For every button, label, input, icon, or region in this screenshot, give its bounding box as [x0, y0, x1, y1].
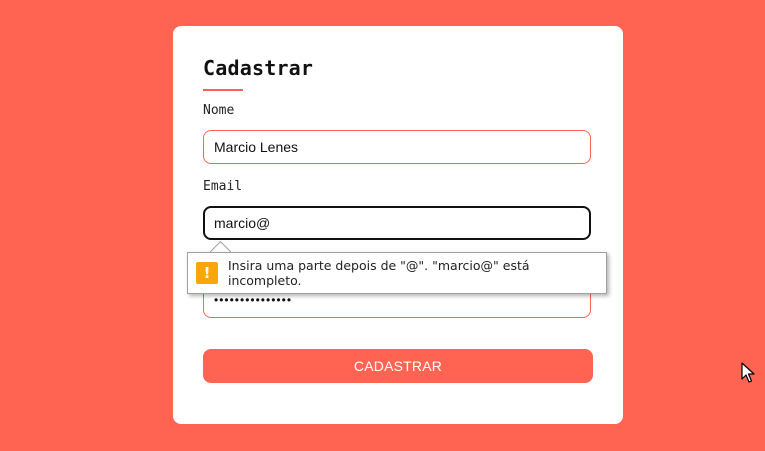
mouse-cursor-icon [741, 362, 755, 383]
validation-message: Insira uma parte depois de "@". "marcio@… [228, 258, 530, 288]
email-input[interactable]: marcio@ [203, 206, 591, 240]
register-card: Cadastrar Nome Marcio Lenes Email marcio… [173, 26, 623, 424]
name-label: Nome [203, 103, 235, 118]
name-input[interactable]: Marcio Lenes [203, 130, 591, 164]
form-title: Cadastrar [203, 56, 314, 80]
email-label: Email [203, 179, 243, 194]
submit-button[interactable]: CADASTRAR [203, 349, 593, 383]
page: Cadastrar Nome Marcio Lenes Email marcio… [0, 0, 765, 451]
title-underline [203, 89, 243, 91]
validation-tooltip: ! Insira uma parte depois de "@". "marci… [187, 252, 607, 294]
warning-icon: ! [196, 262, 218, 284]
